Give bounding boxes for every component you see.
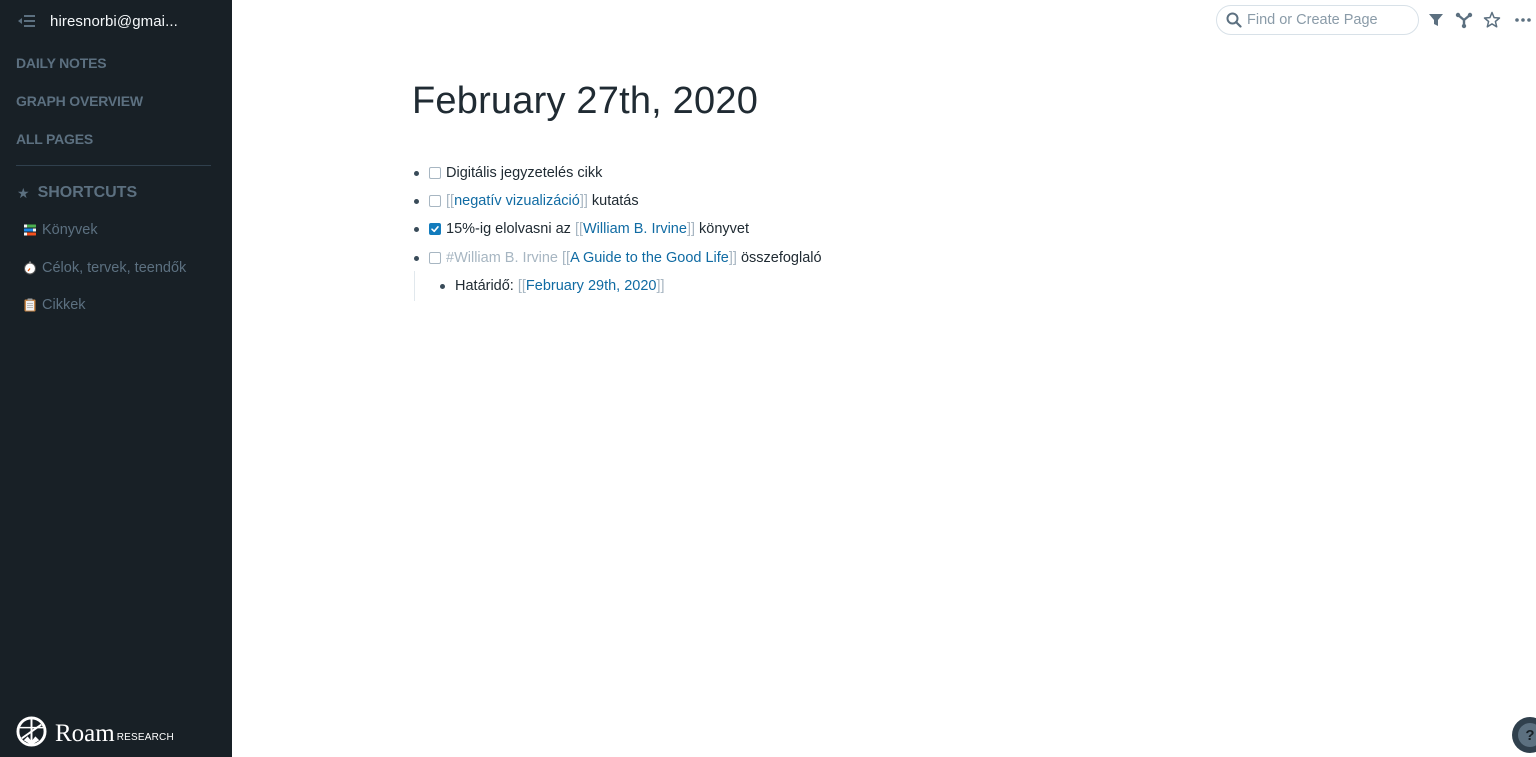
block[interactable]: 15%-ig elolvasni az[[William B. Irvine]]… xyxy=(414,219,749,239)
help-icon: ? xyxy=(1518,723,1536,747)
link-bracket-close: ]] xyxy=(728,250,737,266)
sidebar-header: hiresnorbi@gmai... xyxy=(18,10,178,32)
search-input[interactable] xyxy=(1247,12,1407,28)
link-bracket-open: [[ xyxy=(574,221,583,237)
shortcuts-header: ★ SHORTCUTS xyxy=(17,184,137,202)
roam-logo-icon xyxy=(16,716,47,747)
books-icon xyxy=(24,224,36,236)
child-block-guide-line[interactable] xyxy=(414,271,415,301)
collapse-sidebar-icon[interactable] xyxy=(18,14,36,28)
shortcut-celok-tervek-teendok[interactable]: Célok, tervek, teendők xyxy=(23,260,186,276)
star-icon[interactable] xyxy=(1483,11,1501,29)
star-icon: ★ xyxy=(17,184,30,201)
page-tag[interactable]: #William B. Irvine xyxy=(446,250,558,266)
block-text: összefoglaló xyxy=(740,250,822,266)
block[interactable]: Digitális jegyzetelés cikk xyxy=(414,163,602,183)
date-page-link[interactable]: February 29th, 2020 xyxy=(526,278,657,294)
block-bullet[interactable] xyxy=(414,226,419,232)
filter-icon[interactable] xyxy=(1427,11,1445,29)
page-link[interactable]: William B. Irvine xyxy=(583,221,687,237)
link-bracket-close: ]] xyxy=(579,193,588,209)
link-bracket-close: ]] xyxy=(656,278,665,294)
page-link[interactable]: negatív vizualizáció xyxy=(454,193,580,209)
todo-checkbox-checked[interactable] xyxy=(429,223,441,235)
more-icon[interactable] xyxy=(1514,11,1532,29)
shortcut-label: Célok, tervek, teendők xyxy=(42,260,187,276)
link-bracket-close: ]] xyxy=(686,221,695,237)
block-bullet[interactable] xyxy=(414,170,419,176)
block-text: 15%-ig elolvasni az xyxy=(446,221,571,237)
clipboard-icon xyxy=(24,298,36,312)
link-bracket-open: [[ xyxy=(446,193,455,209)
block[interactable]: [[negatív vizualizáció]] kutatás xyxy=(414,191,639,211)
shortcuts-header-label: SHORTCUTS xyxy=(37,184,138,201)
child-block[interactable]: Határidő:[[February 29th, 2020]] xyxy=(440,276,665,296)
roam-research-logo[interactable]: Roam RESEARCH xyxy=(16,716,174,747)
block[interactable]: #William B. Irvine[[A Guide to the Good … xyxy=(414,248,822,268)
block-text: Digitális jegyzetelés cikk xyxy=(446,165,603,181)
sidebar: hiresnorbi@gmai... DAILY NOTES GRAPH OVE… xyxy=(0,0,232,757)
help-button[interactable]: ? xyxy=(1512,717,1536,753)
shortcut-cikkek[interactable]: Cikkek xyxy=(23,297,86,313)
block-text: Határidő: xyxy=(455,278,514,294)
page-title[interactable]: February 27th, 2020 xyxy=(412,80,758,123)
stopwatch-icon xyxy=(24,261,36,275)
todo-checkbox[interactable] xyxy=(429,167,441,179)
shortcut-label: Könyvek xyxy=(42,222,98,238)
nav-daily-notes[interactable]: DAILY NOTES xyxy=(16,55,107,71)
user-account-name[interactable]: hiresnorbi@gmai... xyxy=(50,13,178,30)
logo-subtitle: RESEARCH xyxy=(116,732,174,743)
logo-wordmark: Roam xyxy=(55,720,115,747)
link-bracket-open: [[ xyxy=(517,278,526,294)
block-bullet[interactable] xyxy=(440,283,445,289)
page-link[interactable]: A Guide to the Good Life xyxy=(570,250,729,266)
checkmark-icon xyxy=(431,226,439,233)
nav-all-pages[interactable]: ALL PAGES xyxy=(16,131,93,147)
todo-checkbox[interactable] xyxy=(429,252,441,264)
block-bullet[interactable] xyxy=(414,255,419,261)
block-text: kutatás xyxy=(591,193,639,209)
search-icon xyxy=(1226,12,1242,28)
block-bullet[interactable] xyxy=(414,198,419,204)
graph-icon[interactable] xyxy=(1455,11,1473,29)
shortcut-label: Cikkek xyxy=(42,297,86,313)
nav-graph-overview[interactable]: GRAPH OVERVIEW xyxy=(16,93,143,109)
link-bracket-open: [[ xyxy=(562,250,571,266)
sidebar-divider xyxy=(16,165,211,166)
search-box[interactable] xyxy=(1216,5,1419,35)
todo-checkbox[interactable] xyxy=(429,195,441,207)
shortcut-konyvek[interactable]: Könyvek xyxy=(23,222,98,238)
block-text: könyvet xyxy=(699,221,749,237)
